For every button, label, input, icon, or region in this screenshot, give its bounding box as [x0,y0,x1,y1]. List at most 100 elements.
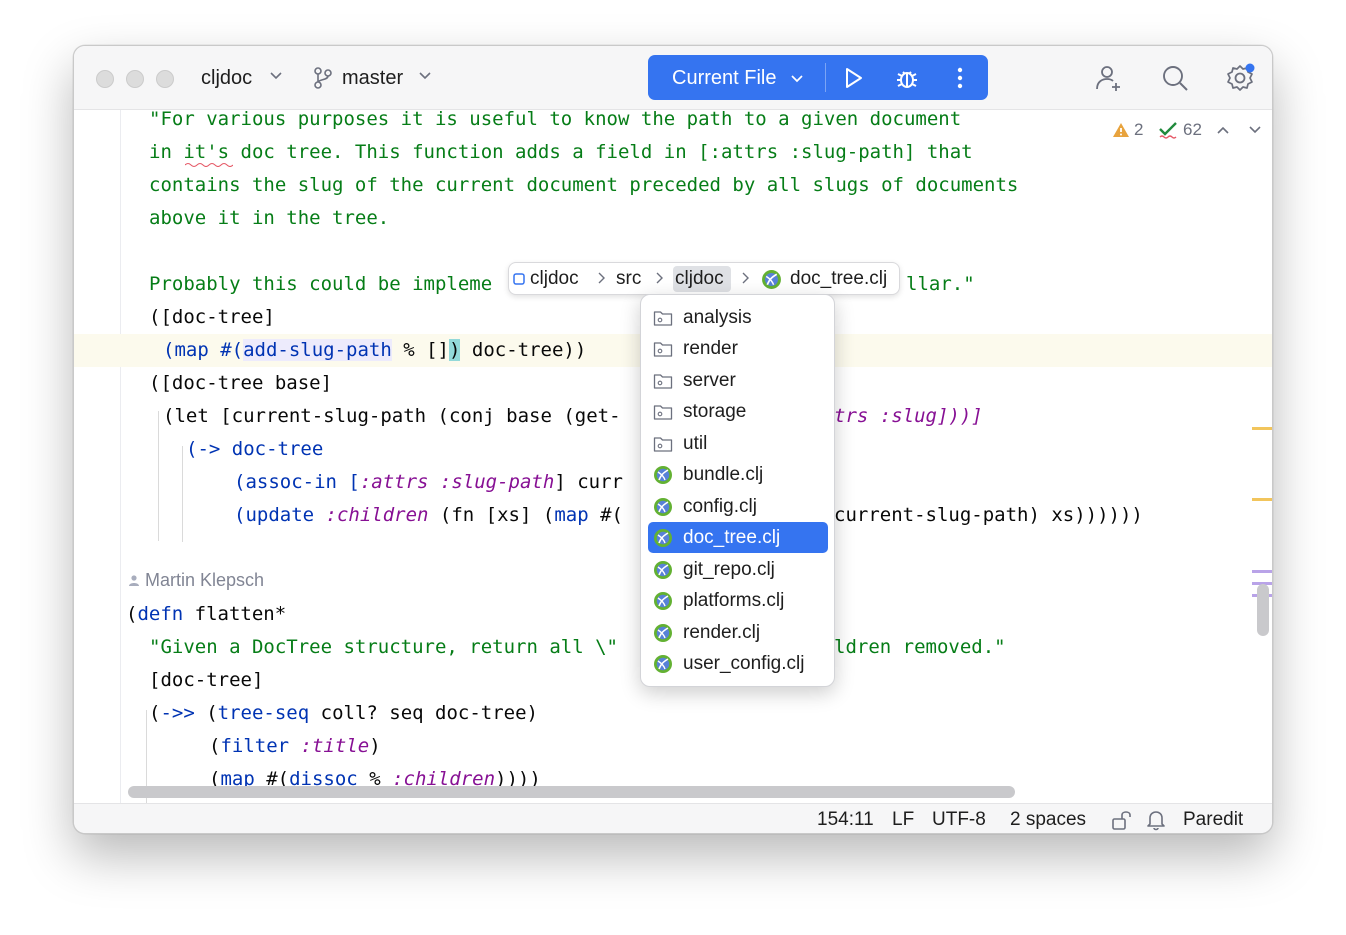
file-encoding[interactable]: UTF-8 [932,809,986,831]
debug-icon[interactable] [894,65,920,91]
usage-stripe-marker[interactable] [1252,570,1272,573]
code-line: (update :children (fn [xs] (map #( [234,499,623,532]
breadcrumb-item-file[interactable]: doc_tree.clj [790,267,887,291]
typo-underline [185,163,233,167]
code-line: contains the slug of the current documen… [149,174,1019,196]
popup-item-label: user_config.clj [683,653,805,674]
chevron-down-icon [791,75,803,83]
clojure-file-icon [653,623,673,643]
code-line: (let [current-slug-path (conj base (get- [163,405,621,427]
popup-item[interactable]: storage [648,396,828,427]
code-token: (fn [xs] ( [428,504,555,526]
code-token: :children [325,504,429,526]
code-token: add-slug-path [243,339,392,361]
warning-stripe-marker[interactable] [1252,427,1272,430]
popup-item[interactable]: git_repo.clj [648,554,828,585]
navigation-breadcrumb: cljdoc src cljdoc doc_tree.clj [508,262,900,295]
code-line: trs :slug]))] [834,405,983,427]
search-icon[interactable] [1160,63,1190,93]
folder-icon [653,371,673,391]
git-branch-icon [314,67,332,89]
warning-stripe-marker[interactable] [1252,498,1272,501]
code-line: above it in the tree. [149,207,390,229]
popup-item[interactable]: server [648,365,828,396]
settings-gear-icon[interactable] [1225,63,1255,93]
chevron-down-icon [270,72,282,80]
horizontal-scrollbar[interactable] [128,786,1015,798]
code-line: [doc-tree] [149,669,264,691]
breadcrumb-item-project[interactable]: cljdoc [530,267,579,291]
popup-item[interactable]: user_config.clj [648,648,828,679]
notification-dot [1245,63,1255,73]
code-token: #( [588,504,623,526]
code-token: :attrs :slug-path [359,471,555,493]
popup-item-label: server [683,370,736,391]
breadcrumb-item-src[interactable]: src [616,267,641,291]
code-line: Probably this could be impleme [149,273,493,295]
zoom-window-button[interactable] [156,70,174,88]
code-token: ] curr [554,471,623,493]
popup-item-label: doc_tree.clj [683,527,781,548]
code-line: (-> doc-tree [186,438,324,460]
popup-item[interactable]: doc_tree.clj [648,522,828,553]
folder-icon [653,434,673,454]
chevron-up-icon[interactable] [1216,124,1230,136]
code-line: ldren removed." [834,636,1006,658]
run-icon[interactable] [841,66,865,90]
code-token: defn [137,603,184,625]
popup-item[interactable]: bundle.clj [648,459,828,490]
code-line: "For various purposes it is useful to kn… [149,110,962,130]
unlock-icon[interactable] [1111,810,1133,830]
breadcrumb-item-cljdoc[interactable]: cljdoc [675,267,724,291]
code-token: (assoc-in [ [234,471,360,493]
popup-item[interactable]: analysis [648,302,828,333]
typo-check-icon [1159,122,1177,139]
popup-item-label: util [683,433,708,454]
code-line: (defn flatten* [126,603,287,625]
code-token: :title [300,735,370,757]
run-configuration-label: Current File [672,67,777,89]
code-token: ) [449,339,461,361]
module-icon [513,273,525,285]
code-token: (map #( [163,339,244,361]
line-separator[interactable]: LF [892,809,914,831]
popup-item[interactable]: util [648,428,828,459]
code-line: current-slug-path) xs)))))) [834,504,1143,526]
close-window-button[interactable] [96,70,114,88]
popup-item[interactable]: render [648,333,828,364]
popup-item-label: bundle.clj [683,464,764,485]
code-token: map [554,504,589,526]
folder-icon [653,339,673,359]
indent-settings[interactable]: 2 spaces [1010,809,1086,831]
chevron-down-icon[interactable] [1248,124,1262,136]
clojure-file-icon [653,465,673,485]
indent-guide [182,446,183,542]
check-count: 62 [1183,120,1202,139]
vertical-scrollbar[interactable] [1257,584,1269,636]
indent-guide [158,411,159,541]
branch-name: master [342,67,404,89]
add-user-icon[interactable] [1094,63,1124,93]
code-token: tree-seq [217,702,310,724]
code-token: % [] [391,339,449,361]
person-icon [129,575,139,586]
popup-item-label: render [683,338,738,359]
popup-item[interactable]: render.clj [648,617,828,648]
clojure-file-icon [653,654,673,674]
popup-item-label: config.clj [683,496,757,517]
popup-item[interactable]: platforms.clj [648,585,828,616]
code-line: (assoc-in [:attrs :slug-path] curr [234,466,623,499]
editing-mode[interactable]: Paredit [1183,809,1243,831]
code-line: (filter :title) [209,735,381,757]
popup-item-label: git_repo.clj [683,559,775,580]
notifications-bell-icon[interactable] [1146,809,1166,831]
caret-position[interactable]: 154:11 [817,809,874,831]
popup-item[interactable]: config.clj [648,491,828,522]
author-name: Martin Klepsch [145,570,265,590]
minimize-window-button[interactable] [126,70,144,88]
warning-icon [1113,123,1129,137]
chevron-right-icon [598,272,605,284]
clojure-file-icon [762,270,781,289]
project-name: cljdoc [201,67,253,89]
more-options-icon[interactable] [956,66,964,90]
